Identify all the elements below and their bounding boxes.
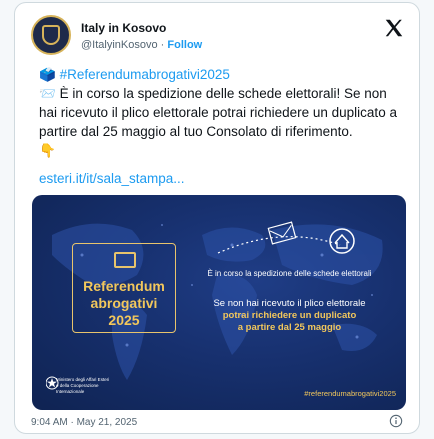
media-caption-line2: Se non hai ricevuto il plico elettorale	[213, 298, 366, 309]
italy-emblem-icon	[42, 25, 60, 45]
separator: ·	[160, 39, 165, 51]
external-link[interactable]: esteri.it/it/sala_stampa...	[39, 171, 185, 186]
referendum-badge: Referendum abrogativi 2025	[72, 243, 176, 333]
message-text: È in corso la spedizione delle schede el…	[39, 86, 397, 139]
display-name[interactable]: Italy in Kosovo	[81, 21, 166, 35]
envelope-emoji: 📨	[39, 86, 56, 101]
hashtag-link[interactable]: #Referendumabrogativi2025	[60, 67, 230, 82]
info-icon[interactable]	[389, 414, 403, 428]
media-caption-line3: potrai richiedere un duplicato	[222, 310, 357, 321]
media-caption-shipping: È in corso la spedizione delle schede el…	[207, 269, 372, 278]
ministry-label: Ministero degli Affari Esteri e della Co…	[56, 377, 126, 395]
referendum-title-line1: Referendum	[83, 278, 165, 294]
media-hashtag: #referendumabrogativi2025	[304, 389, 396, 398]
avatar[interactable]	[31, 15, 71, 55]
ballot-emoji: 🗳️	[39, 67, 56, 82]
hashtag-line: 🗳️ #Referendumabrogativi2025	[39, 65, 397, 84]
tweet-header: Italy in Kosovo @ItalyinKosovo · Follow	[27, 13, 407, 57]
tweet-card[interactable]: Italy in Kosovo @ItalyinKosovo · Follow …	[14, 2, 420, 434]
ministry-line2: e della Cooperazione Internazionale	[56, 383, 99, 394]
handle[interactable]: @ItalyinKosovo	[81, 39, 158, 51]
tweet-image[interactable]: Referendum abrogativi 2025 È in corso la…	[32, 195, 406, 410]
referendum-title-year: 2025	[108, 312, 140, 328]
message-body: 📨 È in corso la spedizione delle schede …	[39, 84, 397, 141]
handle-row: @ItalyinKosovo · Follow	[81, 39, 202, 51]
tweet-timestamp[interactable]: 9:04 AM · May 21, 2025	[31, 417, 137, 428]
referendum-title-line2: abrogativi	[90, 295, 158, 311]
media-caption-line4: a partire dal 25 maggio	[237, 322, 342, 333]
follow-button[interactable]: Follow	[167, 39, 202, 51]
pointer-emoji: 👇	[39, 143, 56, 158]
ballot-box-icon	[114, 252, 136, 268]
x-logo-icon[interactable]	[383, 17, 405, 39]
tweet-text: 🗳️ #Referendumabrogativi2025 📨 È in cors…	[39, 65, 397, 160]
